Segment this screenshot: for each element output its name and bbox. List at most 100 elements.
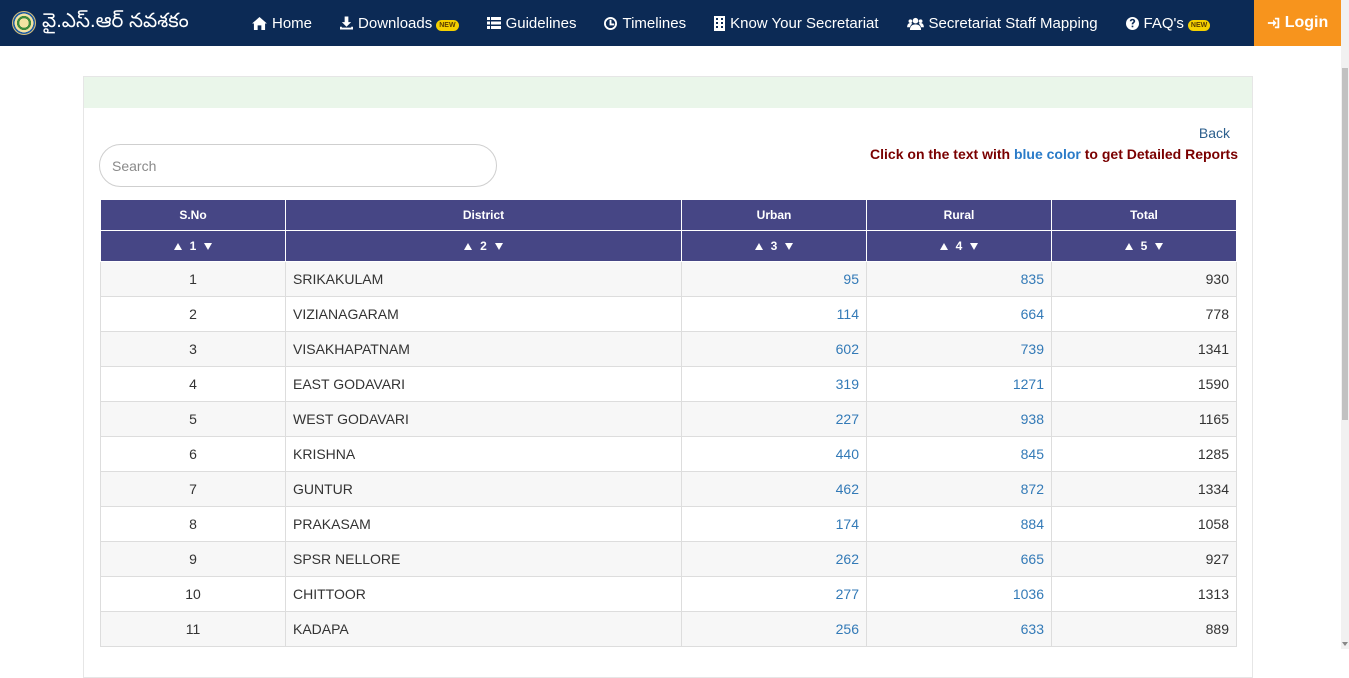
rural-count-link[interactable]: 665 [1021,551,1044,567]
header-row: S.No District Urban Rural Total [100,199,1237,231]
column-header-total[interactable]: Total [1051,199,1237,231]
urban-count-link[interactable]: 114 [837,306,859,322]
building-icon [714,15,726,31]
urban-cell[interactable]: 462 [681,471,867,507]
urban-cell[interactable]: 277 [681,576,867,612]
urban-cell[interactable]: 114 [681,296,867,332]
hint-blue-text: blue color [1013,146,1081,162]
rural-cell[interactable]: 664 [866,296,1052,332]
urban-count-link[interactable]: 227 [836,411,859,427]
district-cell: SPSR NELLORE [285,541,682,577]
scroll-down-arrow-icon[interactable] [1342,642,1348,646]
table-row: 2 VIZIANAGARAM 114 664 778 [100,296,1237,332]
rural-count-link[interactable]: 938 [1021,411,1044,427]
urban-cell[interactable]: 227 [681,401,867,437]
brand-link[interactable]: వై.ఎస్.ఆర్ నవశకం [0,0,224,46]
column-header-urban[interactable]: Urban [681,199,867,231]
column-number: 4 [955,239,963,254]
urban-count-link[interactable]: 602 [836,341,859,357]
sort-descending-icon[interactable] [494,242,503,250]
rural-count-link[interactable]: 884 [1021,516,1044,532]
rural-count-link[interactable]: 1036 [1013,586,1044,602]
total-cell: 1058 [1051,506,1237,542]
sno-cell: 2 [100,296,286,332]
column-header-rural[interactable]: Rural [866,199,1052,231]
urban-cell[interactable]: 95 [681,261,867,297]
table-row: 8 PRAKASAM 174 884 1058 [100,506,1237,542]
rural-count-link[interactable]: 633 [1021,621,1044,637]
rural-count-link[interactable]: 835 [1021,271,1044,287]
sort-descending-icon[interactable] [1155,242,1164,250]
urban-cell[interactable]: 174 [681,506,867,542]
total-cell: 927 [1051,541,1237,577]
nav-faq-s[interactable]: FAQ's NEW [1112,0,1225,46]
rural-count-link[interactable]: 1271 [1013,376,1044,392]
rural-cell[interactable]: 845 [866,436,1052,472]
rural-cell[interactable]: 938 [866,401,1052,437]
rural-cell[interactable]: 1036 [866,576,1052,612]
back-link[interactable]: Back [1199,125,1230,141]
hint-text: Click on the text with blue color to get… [870,146,1238,162]
nav-home[interactable]: Home [224,0,326,46]
urban-cell[interactable]: 256 [681,611,867,647]
column-header-district[interactable]: District [285,199,682,231]
urban-cell[interactable]: 602 [681,331,867,367]
sno-cell: 7 [100,471,286,507]
rural-cell[interactable]: 665 [866,541,1052,577]
login-button[interactable]: Login [1254,0,1341,46]
urban-count-link[interactable]: 174 [836,516,859,532]
home-icon [252,16,267,30]
sort-cell-sno: 1 [100,230,286,262]
total-cell: 1313 [1051,576,1237,612]
urban-count-link[interactable]: 277 [836,586,859,602]
sort-ascending-icon[interactable] [1124,242,1133,250]
urban-count-link[interactable]: 440 [836,446,859,462]
rural-cell[interactable]: 739 [866,331,1052,367]
search-input[interactable] [99,144,497,187]
urban-cell[interactable]: 319 [681,366,867,402]
rural-count-link[interactable]: 872 [1021,481,1044,497]
sno-cell: 8 [100,506,286,542]
brand-title: వై.ఎస్.ఆర్ నవశకం [42,9,189,32]
nav-guidelines[interactable]: Guidelines [473,0,591,46]
rural-cell[interactable]: 1271 [866,366,1052,402]
clock-icon [604,16,618,30]
urban-count-link[interactable]: 95 [843,271,859,287]
nav-secretariat-staff-mapping[interactable]: Secretariat Staff Mapping [893,0,1112,46]
urban-cell[interactable]: 440 [681,436,867,472]
sort-descending-icon[interactable] [785,242,794,250]
urban-count-link[interactable]: 462 [836,481,859,497]
sort-descending-icon[interactable] [204,242,213,250]
scroll-thumb[interactable] [1342,68,1348,420]
sort-ascending-icon[interactable] [173,242,182,250]
nav-downloads[interactable]: Downloads NEW [326,0,473,46]
nav-label: Home [272,14,313,32]
column-number: 5 [1140,239,1148,254]
sort-descending-icon[interactable] [970,242,979,250]
nav-label: Downloads [358,14,433,32]
rural-count-link[interactable]: 739 [1021,341,1044,357]
sort-ascending-icon[interactable] [939,242,948,250]
rural-cell[interactable]: 835 [866,261,1052,297]
page-scrollbar[interactable] [1341,0,1349,649]
sno-cell: 3 [100,331,286,367]
rural-cell[interactable]: 872 [866,471,1052,507]
nav-know-your-secretariat[interactable]: Know Your Secretariat [700,0,892,46]
column-header-sno[interactable]: S.No [100,199,286,231]
nav-label: Know Your Secretariat [730,14,879,32]
nav-timelines[interactable]: Timelines [590,0,700,46]
rural-cell[interactable]: 633 [866,611,1052,647]
rural-count-link[interactable]: 845 [1021,446,1044,462]
urban-count-link[interactable]: 319 [836,376,859,392]
emblem-logo-icon [12,11,36,35]
urban-count-link[interactable]: 256 [836,621,859,637]
question-circle-icon [1125,16,1139,30]
sort-ascending-icon[interactable] [754,242,763,250]
rural-cell[interactable]: 884 [866,506,1052,542]
urban-count-link[interactable]: 262 [836,551,859,567]
district-report-table: S.No District Urban Rural Total 12345 1 SRIKA… [100,199,1237,647]
rural-count-link[interactable]: 664 [1021,306,1044,322]
urban-cell[interactable]: 262 [681,541,867,577]
sort-ascending-icon[interactable] [464,242,473,250]
table-row: 3 VISAKHAPATNAM 602 739 1341 [100,331,1237,367]
